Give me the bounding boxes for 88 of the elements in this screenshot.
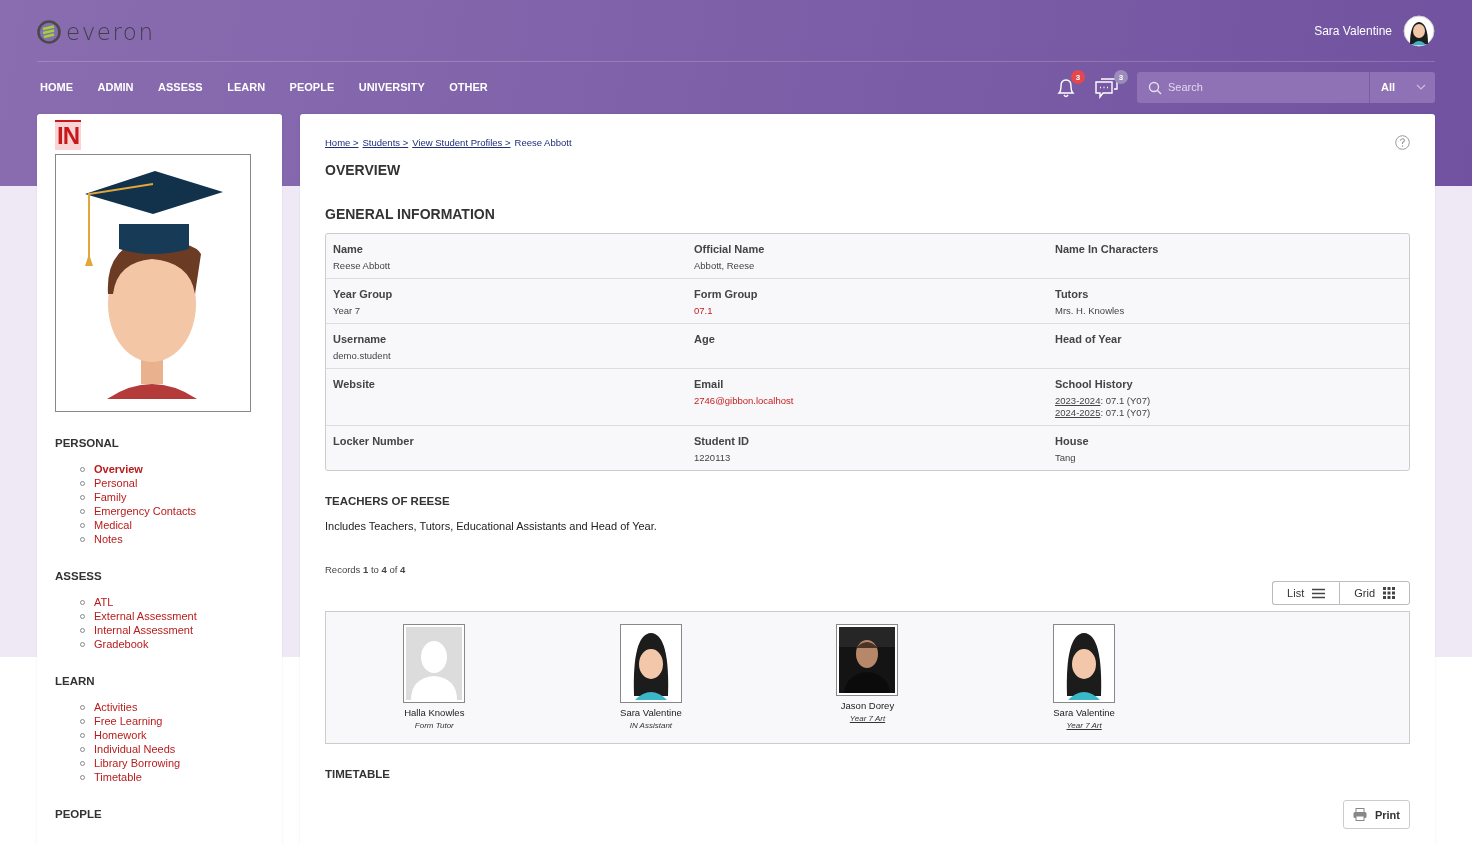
field-value: demo.student [333,350,392,362]
nav-link[interactable]: LEARN [227,81,266,93]
field-link[interactable]: 07.1 [694,305,1041,317]
sidebar-link[interactable]: Free Learning [94,715,163,727]
chat-icon[interactable] [1094,75,1120,99]
field-label: Form Group [694,288,759,300]
nav-link[interactable]: PEOPLE [289,81,335,93]
sidebar-link[interactable]: Activities [94,701,138,713]
logo-text: everon [66,18,155,45]
history-detail: : 07.1 (Y07) [1100,407,1151,418]
field-label: Official Name [694,243,766,255]
list-icon [1312,587,1326,599]
field-label: Tutors [1055,288,1090,300]
grid-view-button[interactable]: Grid [1339,581,1410,605]
section-heading: TEACHERS OF REESE [325,495,451,507]
breadcrumb-link[interactable]: Students > [362,136,409,148]
sidebar-link[interactable]: Individual Needs [94,743,176,755]
sidebar-link[interactable]: Family [94,491,127,503]
user-name[interactable]: Sara Valentine [1314,23,1392,38]
section-description: Includes Teachers, Tutors, Educational Assistants and Head of Year. [325,520,658,532]
field-label: Head of Year [1055,333,1123,345]
teacher-role-link[interactable]: Year 7 Art [849,714,886,723]
field-label: Name In Characters [1055,243,1160,255]
field-label: Name [333,243,364,255]
sidebar-link[interactable]: Homework [94,729,147,741]
nav-link[interactable]: UNIVERSITY [358,81,425,93]
field-value: Reese Abbott [333,260,392,272]
chevron-icon [1416,84,1426,90]
field-value: Tang [1055,452,1077,464]
notification-count: 3 [1071,70,1085,84]
field-label: Student ID [694,435,750,447]
field-value: 1220113 [694,452,732,464]
field-label: Year Group [333,288,394,300]
teacher-role: Form Tutor [414,721,454,730]
sidebar-heading: PERSONAL [55,437,120,449]
breadcrumb-current: Reese Abbott [514,136,572,148]
nav-link[interactable]: OTHER [449,81,488,93]
printer-icon [1352,808,1367,821]
nav-link[interactable]: ADMIN [97,81,134,93]
page-title: OVERVIEW [325,162,402,178]
teacher-role: IN Assistant [629,721,673,730]
teacher-role-link[interactable]: Year 7 Art [1066,721,1102,730]
field-label: Username [333,333,388,345]
logo-icon [37,19,61,44]
sidebar-link[interactable]: Gradebook [94,638,149,650]
field-label: Locker Number [333,435,415,447]
section-heading: GENERAL INFORMATION [325,206,496,222]
sidebar-link[interactable]: Notes [94,533,123,545]
print-button[interactable]: Print [1342,800,1410,829]
history-detail: : 07.1 (Y07) [1100,395,1151,406]
field-label: School History [1055,378,1134,390]
sidebar-link[interactable]: Internal Assessment [94,624,194,636]
field-label: Age [694,333,716,345]
field-link[interactable]: 2746@gibbon.localhost [694,395,1041,407]
nav-link[interactable]: ASSESS [158,81,203,93]
grid-icon [1383,587,1395,599]
search-field[interactable]: Search [1137,71,1369,103]
sidebar-link[interactable]: Library Borrowing [94,757,181,769]
section-heading: TIMETABLE [325,768,391,780]
sidebar-heading: PEOPLE [55,808,103,820]
field-label: Website [333,378,376,390]
sidebar-heading: ASSESS [55,570,103,582]
sidebar-link[interactable]: Medical [94,519,132,531]
field-label: House [1055,435,1090,447]
field-value: Abbott, Reese [694,260,756,272]
field-value: Year 7 [333,305,362,317]
teacher-name: Jason Dorey [840,700,895,711]
message-count: 3 [1114,70,1128,84]
sidebar-link[interactable]: Overview [94,463,143,475]
records-count: Records 1 to 4 of 4 [325,564,407,575]
teacher-name: Halla Knowles [404,707,465,718]
user-avatar[interactable] [1403,14,1435,47]
breadcrumb-link[interactable]: View Student Profiles > [412,136,511,148]
sidebar-link[interactable]: Timetable [94,771,142,783]
teacher-name: Sara Valentine [1053,707,1115,718]
field-value: Mrs. H. Knowles [1055,305,1126,317]
list-view-button[interactable]: List [1272,581,1340,605]
sidebar-link[interactable]: ATL [94,596,114,608]
sidebar-link[interactable]: External Assessment [94,610,197,622]
field-label: Email [694,378,725,390]
sidebar-heading: LEARN [55,675,96,687]
nav-link[interactable]: HOME [40,81,73,93]
scope-dropdown[interactable]: All [1369,71,1435,103]
breadcrumb-link[interactable]: Home > [325,136,359,148]
teacher-name: Sara Valentine [620,707,682,718]
status-badge: IN [55,120,81,150]
sidebar-link[interactable]: Emergency Contacts [94,505,197,517]
sidebar-link[interactable]: Personal [94,477,138,489]
